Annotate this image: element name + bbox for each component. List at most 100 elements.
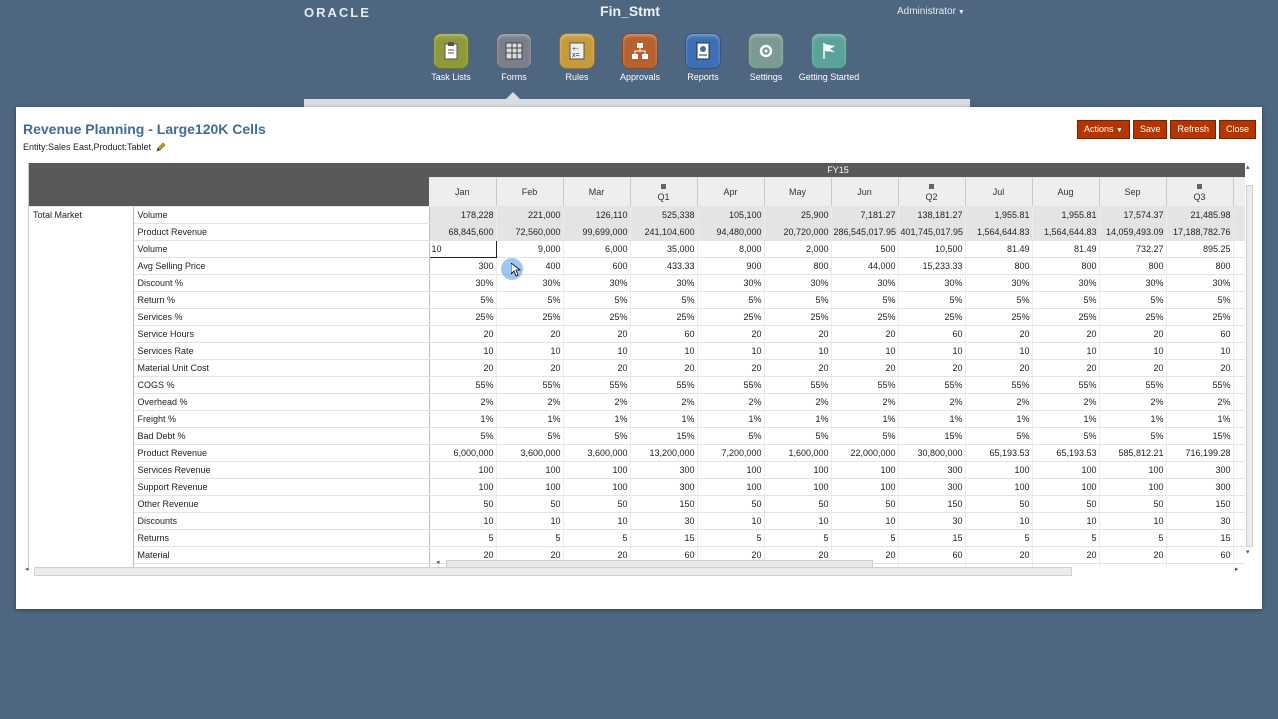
data-cell[interactable]: 20 xyxy=(630,359,698,377)
close-button[interactable]: Close xyxy=(1218,120,1256,139)
data-cell[interactable]: 20 xyxy=(965,325,1033,343)
collapse-icon[interactable] xyxy=(661,184,666,189)
data-cell[interactable]: 716,199.28 xyxy=(1166,444,1234,462)
data-cell[interactable]: 10 xyxy=(496,512,564,530)
data-cell[interactable]: 178,228 xyxy=(429,206,497,224)
data-cell[interactable]: 50 xyxy=(1032,495,1100,513)
data-cell[interactable]: 100 xyxy=(831,478,899,496)
data-cell[interactable]: 5% xyxy=(697,291,765,309)
data-cell[interactable]: 55% xyxy=(563,376,631,394)
scroll-up-icon[interactable]: ▴ xyxy=(1246,163,1250,171)
nav-forms[interactable]: Forms xyxy=(483,33,545,82)
data-cell[interactable]: 2% xyxy=(764,393,832,411)
data-cell[interactable]: 30 xyxy=(898,512,966,530)
data-cell[interactable]: 5 xyxy=(563,529,631,547)
data-cell[interactable]: 50 xyxy=(965,495,1033,513)
data-cell[interactable]: 585,812.21 xyxy=(1099,444,1167,462)
data-cell[interactable]: 100 xyxy=(496,478,564,496)
data-cell[interactable]: 60 xyxy=(1166,325,1234,343)
active-cell-input[interactable]: 10 xyxy=(428,240,497,258)
data-cell[interactable]: 5% xyxy=(429,291,497,309)
nav-approvals[interactable]: Approvals xyxy=(609,33,671,82)
data-cell[interactable]: 1% xyxy=(1099,410,1167,428)
data-cell[interactable]: 150 xyxy=(630,495,698,513)
data-cell[interactable]: 10 xyxy=(764,342,832,360)
data-cell[interactable]: 100 xyxy=(831,461,899,479)
data-cell[interactable]: 25% xyxy=(697,308,765,326)
data-cell[interactable]: 126,110 xyxy=(563,206,631,224)
data-cell[interactable]: 100 xyxy=(429,478,497,496)
scroll-right-icon[interactable]: ▸ xyxy=(1235,565,1239,573)
data-cell[interactable]: 1% xyxy=(1166,410,1234,428)
data-cell[interactable]: 50 xyxy=(831,495,899,513)
data-cell[interactable]: 5% xyxy=(764,427,832,445)
data-cell[interactable]: 10 xyxy=(630,342,698,360)
data-cell[interactable]: 50 xyxy=(697,495,765,513)
data-cell[interactable]: 65,193.53 xyxy=(965,444,1033,462)
data-cell[interactable]: 241,104,600 xyxy=(630,223,698,241)
data-cell[interactable]: 50 xyxy=(563,495,631,513)
data-cell[interactable]: 100 xyxy=(1032,461,1100,479)
data-cell[interactable]: 20 xyxy=(496,359,564,377)
data-cell[interactable]: 15 xyxy=(898,529,966,547)
data-cell[interactable]: 55% xyxy=(898,376,966,394)
data-cell[interactable]: 5% xyxy=(1099,427,1167,445)
data-cell[interactable]: 7,181.27 xyxy=(831,206,899,224)
data-cell[interactable]: 25% xyxy=(563,308,631,326)
data-cell[interactable]: 2% xyxy=(1166,393,1234,411)
data-cell[interactable]: 55% xyxy=(764,376,832,394)
grid-horizontal-scrollbar[interactable]: ◂ xyxy=(436,558,1246,568)
data-cell[interactable]: 433.33 xyxy=(630,257,698,275)
data-cell[interactable]: 25% xyxy=(1166,308,1234,326)
data-cell[interactable]: 30% xyxy=(697,274,765,292)
data-cell[interactable]: 20 xyxy=(496,325,564,343)
data-cell[interactable]: 5% xyxy=(630,291,698,309)
data-cell[interactable]: 1% xyxy=(898,410,966,428)
data-cell[interactable]: 15 xyxy=(630,529,698,547)
data-cell[interactable]: 732.27 xyxy=(1099,240,1167,258)
data-cell[interactable]: 10 xyxy=(831,342,899,360)
data-cell[interactable]: 1% xyxy=(563,410,631,428)
data-cell[interactable]: 300 xyxy=(898,461,966,479)
data-cell[interactable]: 15% xyxy=(898,427,966,445)
grid-vertical-scrollbar[interactable]: ▴ ▾ xyxy=(1244,163,1254,558)
data-cell[interactable]: 2% xyxy=(1032,393,1100,411)
data-cell[interactable]: 55% xyxy=(697,376,765,394)
data-cell[interactable]: 10 xyxy=(429,512,497,530)
data-cell[interactable]: 60 xyxy=(630,325,698,343)
data-cell[interactable]: 10 xyxy=(563,512,631,530)
data-cell[interactable]: 300 xyxy=(429,257,497,275)
data-cell[interactable]: 20 xyxy=(697,359,765,377)
data-cell[interactable]: 300 xyxy=(630,461,698,479)
data-cell[interactable]: 20,720,000 xyxy=(764,223,832,241)
data-cell[interactable]: 5% xyxy=(1166,291,1234,309)
data-cell[interactable]: 5% xyxy=(965,427,1033,445)
data-cell[interactable]: 100 xyxy=(1032,478,1100,496)
data-cell[interactable]: 10 xyxy=(563,342,631,360)
data-cell[interactable]: 8,000 xyxy=(697,240,765,258)
data-cell[interactable]: 30% xyxy=(429,274,497,292)
data-cell[interactable]: 25% xyxy=(965,308,1033,326)
data-cell[interactable]: 2% xyxy=(898,393,966,411)
data-cell[interactable]: 30% xyxy=(831,274,899,292)
data-cell[interactable]: 44,000 xyxy=(831,257,899,275)
data-cell[interactable]: 9,000 xyxy=(496,240,564,258)
data-cell[interactable]: 30 xyxy=(1166,512,1234,530)
data-cell[interactable]: 50 xyxy=(429,495,497,513)
data-cell[interactable]: 81.49 xyxy=(965,240,1033,258)
data-cell[interactable]: 30% xyxy=(1099,274,1167,292)
data-cell[interactable]: 10 xyxy=(429,342,497,360)
data-cell[interactable]: 30% xyxy=(563,274,631,292)
scroll-left-icon[interactable]: ◂ xyxy=(436,558,440,566)
data-cell[interactable]: 10 xyxy=(496,342,564,360)
data-cell[interactable]: 100 xyxy=(496,461,564,479)
data-cell[interactable]: 1,600,000 xyxy=(764,444,832,462)
column-header[interactable]: Q3 xyxy=(1166,177,1234,207)
data-cell[interactable]: 25% xyxy=(764,308,832,326)
data-cell[interactable]: 25% xyxy=(630,308,698,326)
data-cell[interactable]: 5% xyxy=(898,291,966,309)
data-cell[interactable]: 5 xyxy=(965,529,1033,547)
data-cell[interactable]: 800 xyxy=(965,257,1033,275)
data-cell[interactable]: 35,000 xyxy=(630,240,698,258)
data-cell[interactable]: 5% xyxy=(1099,291,1167,309)
